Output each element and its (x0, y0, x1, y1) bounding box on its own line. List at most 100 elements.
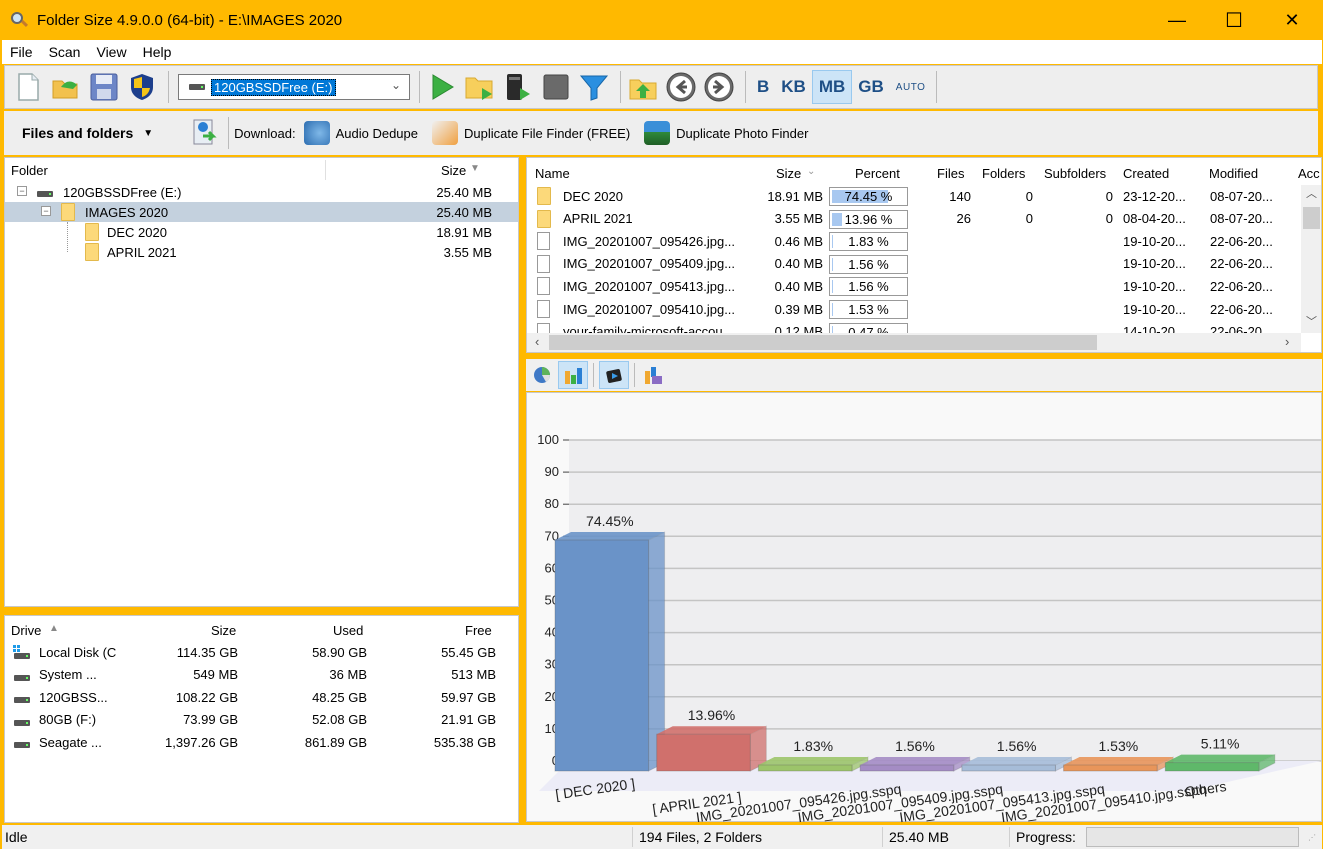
duplicate-photo-finder-link[interactable]: Duplicate Photo Finder (644, 121, 808, 145)
column-header-folder[interactable]: Folder (11, 163, 48, 178)
column-header-name[interactable]: Name (535, 166, 570, 181)
drive-row[interactable]: Seagate ... 1,397.26 GB 861.89 GB 535.38 GB (5, 732, 518, 752)
column-header-size[interactable]: Size (441, 163, 466, 178)
column-header-free[interactable]: Free (465, 623, 492, 638)
unit-kb-button[interactable]: KB (775, 70, 812, 104)
file-row[interactable]: IMG_20201007_095410.jpg... 0.39 MB 1.53 % 1… (527, 298, 1301, 320)
bar-chart-button[interactable] (558, 361, 588, 389)
drive-size: 1,397.26 GB (165, 734, 238, 750)
pie-chart-button[interactable] (530, 363, 554, 387)
audio-dedupe-icon (303, 121, 330, 145)
forward-button[interactable] (702, 70, 736, 104)
scroll-left-icon[interactable]: ‹ (535, 334, 539, 349)
percent-bar: 1.83 % (829, 232, 908, 252)
file-row[interactable]: IMG_20201007_095426.jpg... 0.46 MB 1.83 % 1… (527, 230, 1301, 252)
vertical-scroll-thumb[interactable] (1303, 207, 1320, 229)
file-row[interactable]: IMG_20201007_095413.jpg... 0.40 MB 1.56 % 1… (527, 275, 1301, 297)
file-size: 0.40 MB (774, 256, 823, 272)
drive-row[interactable]: 80GB (F:) 73.99 GB 52.08 GB 21.91 GB (5, 710, 518, 730)
tree-row-dec-2020[interactable]: DEC 2020 18.91 MB (5, 222, 518, 252)
drive-size: 108.22 GB (175, 689, 238, 705)
tree-row-images-2020[interactable]: − IMAGES 2020 25.40 MB (5, 202, 518, 222)
drive-row[interactable]: Local Disk (C 114.35 GB 58.90 GB 55.45 GB (5, 642, 518, 662)
audio-dedupe-link[interactable]: Audio Dedupe (303, 121, 418, 145)
file-icon (537, 232, 550, 251)
horizontal-scroll-thumb[interactable] (549, 335, 1097, 350)
column-header-percent[interactable]: Percent (855, 166, 900, 181)
percent-bar: 74.45 % (829, 187, 908, 206)
unit-mb-button[interactable]: MB (811, 70, 853, 104)
filter-button[interactable] (577, 70, 611, 104)
drive-select[interactable]: 120GBSSDFree (E:) ⌄ (178, 74, 410, 100)
vertical-scrollbar[interactable]: ︿ ﹀ (1301, 185, 1321, 333)
sort-desc-icon: ▼ (470, 163, 480, 174)
unit-gb-button[interactable]: GB (852, 70, 890, 104)
menu-help[interactable]: Help (135, 44, 180, 60)
toolbar-separator (419, 71, 420, 103)
tree-row-drive[interactable]: − 120GBSSDFree (E:) 25.40 MB (5, 182, 518, 202)
column-header-subfolders[interactable]: Subfolders (1044, 166, 1106, 181)
menu-scan[interactable]: Scan (41, 44, 89, 60)
stop-button[interactable] (539, 70, 573, 104)
scan-folder-button[interactable] (463, 70, 497, 104)
maximize-button[interactable]: ☐ (1205, 1, 1263, 40)
scan-computer-button[interactable] (501, 70, 535, 104)
unit-bytes-button[interactable]: B (751, 70, 775, 104)
3d-toggle-button[interactable] (599, 361, 629, 389)
horizontal-scrollbar[interactable]: ‹ › (527, 333, 1301, 352)
view-mode-dropdown[interactable]: Files and folders (22, 125, 133, 141)
y-tick-label: 90 (545, 464, 559, 479)
file-row[interactable]: IMG_20201007_095409.jpg... 0.40 MB 1.56 % 1… (527, 253, 1301, 275)
drive-icon (14, 674, 30, 681)
drive-row[interactable]: System ... 549 MB 36 MB 513 MB (5, 665, 518, 685)
menu-file[interactable]: File (2, 44, 41, 60)
menu-view[interactable]: View (88, 44, 134, 60)
duplicate-file-finder-link[interactable]: Duplicate File Finder (FREE) (432, 121, 630, 145)
file-row[interactable]: DEC 2020 18.91 MB 74.45 % 140 0 0 23-12-20... 0… (527, 185, 1301, 207)
column-header-drive[interactable]: Drive (11, 623, 41, 638)
percent-value: 13.96 % (844, 211, 893, 227)
up-folder-button[interactable] (626, 70, 660, 104)
unit-auto-button[interactable]: AUTO (890, 70, 932, 104)
save-button[interactable] (87, 70, 121, 104)
file-row[interactable]: APRIL 2021 3.55 MB 13.96 % 26 0 0 08-04-20... 0… (527, 208, 1301, 230)
percent-bar: 1.53 % (829, 300, 908, 319)
column-header-files[interactable]: Files (937, 166, 964, 181)
tree-item-size: 18.91 MB (436, 224, 492, 240)
column-header-modified[interactable]: Modified (1209, 166, 1258, 181)
column-header-created[interactable]: Created (1123, 166, 1169, 181)
percent-value: 1.56 % (848, 256, 889, 272)
up-folder-icon (629, 79, 657, 100)
export-button[interactable] (189, 116, 219, 150)
bar-top (555, 532, 665, 541)
status-divider (882, 827, 883, 847)
collapse-icon[interactable]: − (41, 206, 51, 216)
modified-date: 08-07-20... (1210, 188, 1273, 204)
created-date: 23-12-20... (1123, 188, 1186, 204)
column-header-accessed[interactable]: Acc (1298, 166, 1320, 181)
drive-size: 549 MB (193, 667, 238, 682)
drive-row[interactable]: 120GBSS... 108.22 GB 48.25 GB 59.97 GB (5, 687, 518, 707)
tree-row-april-2021[interactable]: APRIL 2021 3.55 MB (5, 242, 518, 262)
save-chart-button[interactable] (640, 362, 666, 388)
column-header-used[interactable]: Used (333, 623, 363, 638)
scroll-down-icon[interactable]: ﹀ (1306, 313, 1317, 329)
column-header-folders[interactable]: Folders (982, 166, 1025, 181)
scroll-up-icon[interactable]: ︿ (1306, 185, 1317, 201)
resize-grip-icon[interactable]: ⋰ (1308, 833, 1316, 842)
admin-button[interactable] (125, 70, 159, 104)
close-button[interactable]: ✕ (1263, 1, 1321, 40)
file-name: DEC 2020 (563, 188, 623, 204)
start-scan-button[interactable] (425, 70, 459, 104)
new-button[interactable] (11, 70, 45, 104)
column-header-size[interactable]: Size (211, 623, 236, 638)
column-header-size[interactable]: Size (776, 166, 801, 181)
collapse-icon[interactable]: − (17, 186, 27, 196)
modified-date: 22-06-20... (1210, 256, 1273, 272)
scroll-right-icon[interactable]: › (1285, 334, 1289, 349)
open-button[interactable] (49, 70, 83, 104)
back-button[interactable] (664, 70, 698, 104)
status-counts: 194 Files, 2 Folders (639, 829, 762, 845)
drive-name: Seagate ... (39, 734, 102, 750)
minimize-button[interactable]: — (1148, 1, 1206, 40)
